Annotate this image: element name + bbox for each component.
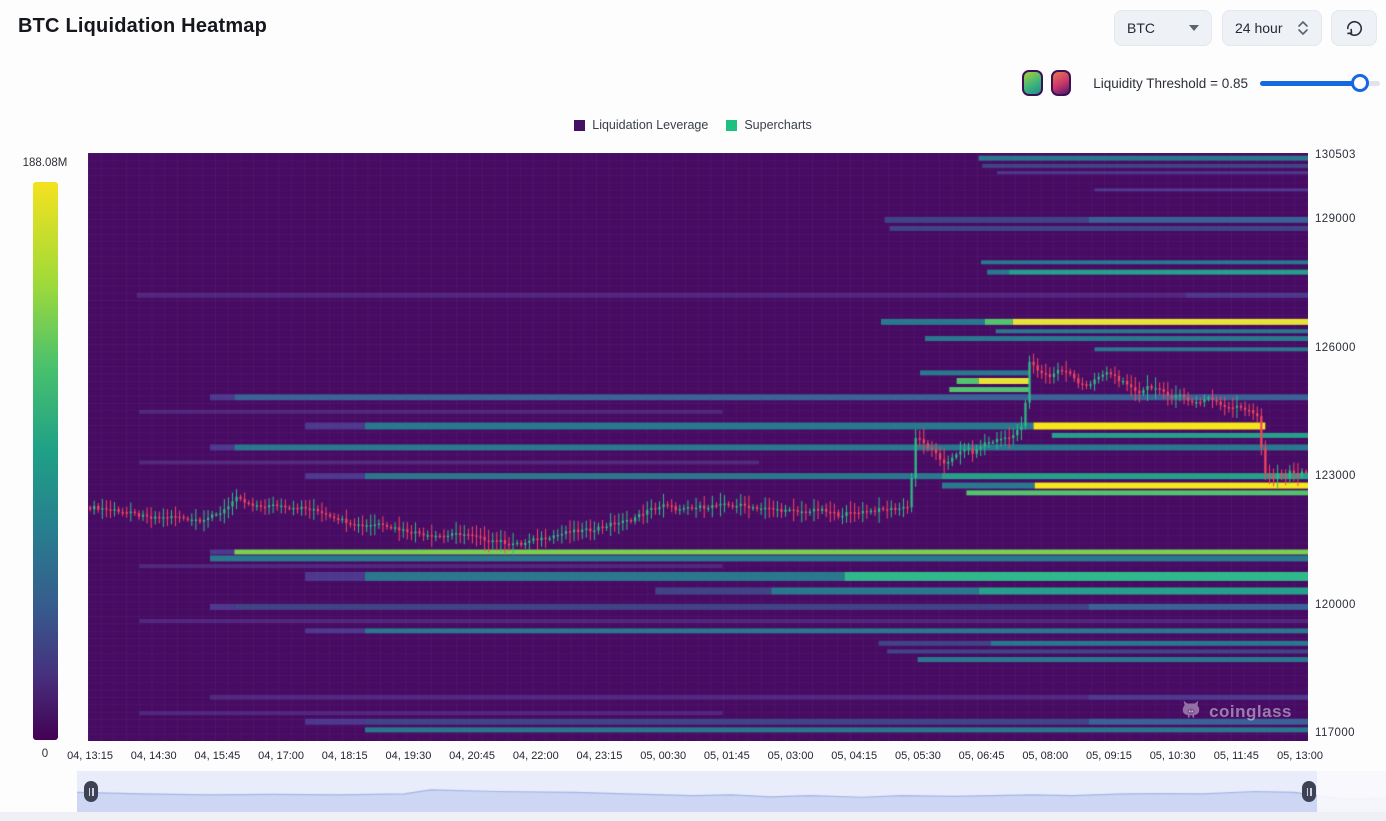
time-tick-label: 04, 19:30 (385, 750, 431, 762)
price-tick-label: 117000 (1315, 727, 1355, 739)
colorbar (33, 182, 58, 740)
slider-fill (1260, 81, 1360, 86)
liquidity-threshold-slider[interactable] (1260, 74, 1380, 92)
time-tick-label: 05, 01:45 (704, 750, 750, 762)
symbol-select-value: BTC (1127, 20, 1155, 36)
refresh-button[interactable] (1331, 10, 1377, 46)
time-range-navigator[interactable] (77, 771, 1386, 812)
slider-knob[interactable] (1351, 74, 1369, 92)
time-tick-label: 05, 03:00 (768, 750, 814, 762)
navigator-area-chart (77, 771, 1386, 812)
time-tick-label: 05, 06:45 (959, 750, 1005, 762)
time-tick-label: 04, 15:45 (194, 750, 240, 762)
refresh-icon (1345, 19, 1364, 38)
chevron-down-icon (1189, 25, 1199, 31)
legend-item-liquidation-leverage[interactable]: Liquidation Leverage (574, 118, 708, 132)
liquidation-heatmap-page: BTC Liquidation Heatmap BTC 24 hour Liqu… (0, 0, 1386, 821)
time-tick-label: 05, 00:30 (640, 750, 686, 762)
time-tick-label: 04, 14:30 (131, 750, 177, 762)
heatmap-canvas[interactable] (88, 153, 1308, 741)
price-tick-label: 120000 (1315, 599, 1356, 611)
time-tick-label: 05, 08:00 (1022, 750, 1068, 762)
legend-label: Liquidation Leverage (592, 118, 708, 132)
time-tick-label: 05, 11:45 (1214, 750, 1259, 762)
heatmap-plot[interactable]: coinglass (88, 153, 1308, 741)
time-tick-label: 05, 05:30 (895, 750, 941, 762)
time-tick-label: 04, 22:00 (513, 750, 559, 762)
time-tick-label: 04, 20:45 (449, 750, 495, 762)
navigator-left-handle[interactable] (84, 781, 98, 802)
time-tick-label: 05, 13:00 (1277, 750, 1323, 762)
legend-swatch-purple (574, 120, 585, 131)
price-tick-label: 129000 (1315, 213, 1356, 225)
chart-legend: Liquidation Leverage Supercharts (0, 118, 1386, 132)
bottom-strip (0, 812, 1386, 821)
price-tick-label: 130503 (1315, 149, 1356, 161)
time-tick-label: 04, 17:00 (258, 750, 304, 762)
threshold-controls: Liquidity Threshold = 0.85 (1022, 69, 1380, 97)
page-title: BTC Liquidation Heatmap (18, 15, 267, 38)
navigator-unselected-region (1317, 771, 1386, 812)
legend-item-supercharts[interactable]: Supercharts (726, 118, 811, 132)
legend-swatch-green (726, 120, 737, 131)
symbol-select[interactable]: BTC (1114, 10, 1212, 46)
short-heatmap-palette-swatch[interactable] (1051, 70, 1072, 96)
time-tick-label: 05, 09:15 (1086, 750, 1132, 762)
liquidity-threshold-label: Liquidity Threshold = 0.85 (1093, 76, 1248, 91)
time-tick-label: 04, 18:15 (322, 750, 368, 762)
period-select[interactable]: 24 hour (1222, 10, 1322, 46)
period-select-value: 24 hour (1235, 20, 1282, 36)
price-tick-label: 126000 (1315, 342, 1356, 354)
chevron-updown-icon (1297, 19, 1309, 37)
time-tick-label: 05, 10:30 (1150, 750, 1196, 762)
time-tick-label: 04, 23:15 (577, 750, 623, 762)
price-tick-label: 123000 (1315, 470, 1356, 482)
time-tick-label: 05, 04:15 (831, 750, 877, 762)
colorbar-max-label: 188.08M (0, 157, 90, 169)
navigator-right-handle[interactable] (1302, 781, 1316, 802)
long-heatmap-palette-swatch[interactable] (1022, 70, 1043, 96)
time-tick-label: 04, 13:15 (67, 750, 113, 762)
legend-label: Supercharts (744, 118, 811, 132)
